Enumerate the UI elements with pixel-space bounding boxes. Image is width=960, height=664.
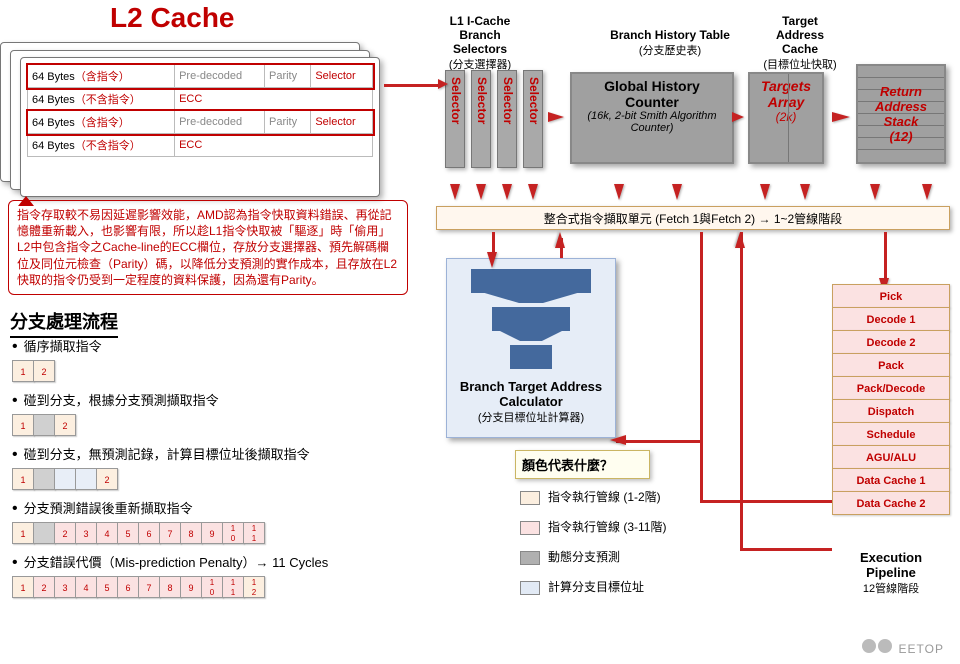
- arrow-icon: [832, 112, 850, 122]
- arrow-icon: [732, 112, 744, 122]
- fetch-unit-bar: 整合式指令擷取單元 (Fetch 1與Fetch 2) → 1~2管線階段: [436, 206, 950, 230]
- arrow-icon: [735, 232, 745, 248]
- arrow-line: [700, 500, 832, 503]
- execution-pipeline: Pick Decode 1 Decode 2 Pack Pack/Decode …: [832, 284, 950, 514]
- legend-item-4: 計算分支目標位址: [520, 578, 644, 595]
- legend-item-3: 動態分支預測: [520, 548, 620, 565]
- arrow-line: [616, 440, 703, 443]
- tac-title: TargetAddressCache (目標位址快取): [745, 14, 855, 72]
- selector-col-3: Selector: [497, 70, 517, 168]
- chat-icon: [862, 639, 876, 653]
- arrow-line: [884, 232, 887, 282]
- arrow-line: [700, 440, 703, 502]
- execution-pipeline-caption: ExecutionPipeline 12管線階段: [830, 550, 952, 596]
- legend-item-1: 指令執行管線 (1-2階): [520, 488, 661, 505]
- section-header-branch-flow: 分支處理流程: [10, 308, 118, 338]
- arrow-line: [384, 84, 442, 87]
- arrow-icon: [555, 232, 565, 248]
- btac-block: Branch Target Address Calculator (分支目標位址…: [446, 258, 616, 438]
- arrow-icon: [548, 112, 564, 122]
- selector-col-1: Selector: [445, 70, 465, 168]
- selector-col-4: Selector: [523, 70, 543, 168]
- bht-title: Branch History Table(分支歷史表): [600, 28, 740, 58]
- arrow-icon: [610, 435, 626, 445]
- arrow-icon: [870, 184, 880, 200]
- arrow-icon: [476, 184, 486, 200]
- global-history-counter-block: Global History Counter (16k, 2-bit Smith…: [570, 72, 734, 164]
- note-callout: 指令存取較不易因延遲影響效能，AMD認為指令快取資料錯誤、再從記憶體重新載入，也…: [8, 200, 408, 295]
- flow-step-5: •分支錯誤代價（Mis-prediction Penalty）→ 11 Cycl…: [12, 552, 328, 598]
- arrow-icon: [672, 184, 682, 200]
- targets-array-block: Targets Array (2k): [748, 72, 824, 164]
- arrow-line: [740, 548, 832, 551]
- legend-item-2: 指令執行管線 (3-11階): [520, 518, 666, 535]
- flow-step-1: •循序擷取指令 12: [12, 336, 102, 382]
- return-address-stack-block: ReturnAddressStack(12): [856, 64, 946, 164]
- l2-cache-header: L2 Cache: [110, 2, 235, 34]
- arrow-icon: [528, 184, 538, 200]
- arrow-icon: [502, 184, 512, 200]
- flow-step-4: •分支預測錯誤後重新擷取指令 1234567891011: [12, 498, 264, 544]
- flow-step-2: •碰到分支，根據分支預測擷取指令 12: [12, 390, 219, 436]
- flow-step-3: •碰到分支，無預測記錄，計算目標位址後擷取指令 12: [12, 444, 310, 490]
- l2-cache-table: 64 Bytes（含指令） Pre-decoded Parity Selecto…: [27, 64, 373, 157]
- arrow-icon: [438, 79, 448, 89]
- legend-header: 顏色代表什麼？: [515, 450, 650, 479]
- arrow-icon: [614, 184, 624, 200]
- arrow-icon: [450, 184, 460, 200]
- chat-icon: [878, 639, 892, 653]
- arrow-icon: [922, 184, 932, 200]
- watermark: EETOP: [862, 639, 944, 656]
- arrow-line: [700, 232, 703, 442]
- branch-selectors-title: L1 I-CacheBranchSelectors (分支選擇器): [425, 14, 535, 72]
- selector-col-2: Selector: [471, 70, 491, 168]
- arrow-icon: [760, 184, 770, 200]
- arrow-icon: [800, 184, 810, 200]
- arrow-line: [740, 232, 743, 550]
- arrow-icon: [487, 252, 497, 268]
